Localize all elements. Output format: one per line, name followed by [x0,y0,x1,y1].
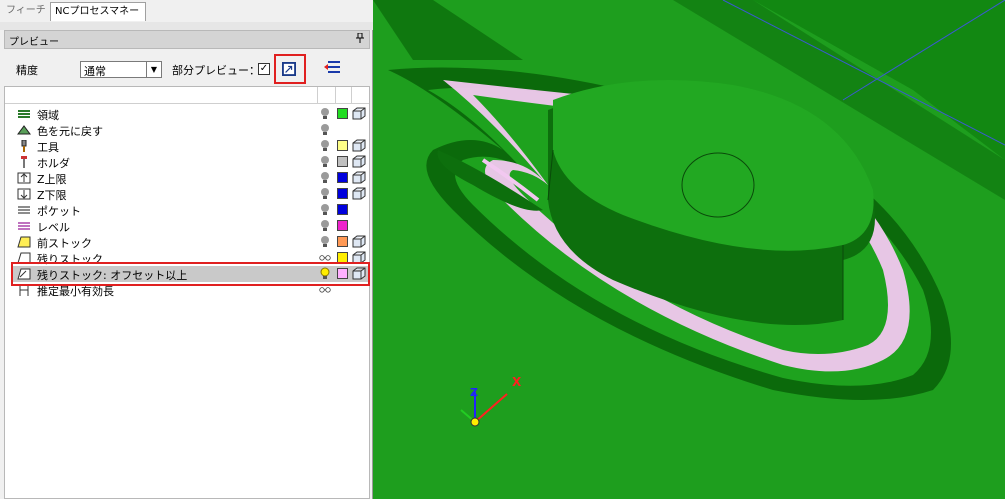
tab-feature[interactable]: フィーチャ [2,2,50,34]
list-item-label: 前ストック [37,237,92,250]
panel-tabbar: フィーチャ NCプロセスマネージャ [0,0,373,35]
axis-z-label: Z [470,386,478,399]
holder-icon [21,156,27,168]
precision-select[interactable]: 通常 ▼ [80,61,162,78]
partial-preview-checkbox[interactable]: ✓ [258,63,270,75]
list-item-label: Z下限 [37,189,67,202]
list-item-z-upper[interactable]: Z上限 [13,170,368,186]
precision-label: 精度 [16,64,38,77]
list-item-restore-color[interactable]: 色を元に戻す [13,122,368,138]
restore-color-icon [17,125,31,135]
chevron-down-icon[interactable]: ▼ [146,62,161,77]
axis-triad: X Z [455,372,525,432]
list-item-label: Z上限 [37,173,67,186]
lightbulb-off-icon[interactable] [319,107,331,120]
tab-nc-process-manager[interactable]: NCプロセスマネージャ [50,2,146,35]
prev-stock-icon [17,236,31,248]
color-swatch[interactable] [337,140,348,151]
preview-panel: フィーチャ NCプロセスマネージャ プレビュー 精度 通常 ▼ 部分プレビュー：… [0,0,373,499]
z-lower-icon [17,188,31,200]
z-upper-icon [17,172,31,184]
preview-window-button[interactable] [274,54,306,84]
partial-preview-label: 部分プレビュー： [172,64,260,77]
lightbulb-off-icon[interactable] [319,139,331,152]
list-item-holder[interactable]: ホルダ [13,154,368,170]
lightbulb-off-icon[interactable] [319,155,331,168]
list-item-z-lower[interactable]: Z下限 [13,186,368,202]
list-settings-icon[interactable] [322,58,342,78]
color-swatch[interactable] [337,220,348,231]
precision-select-value: 通常 [84,65,106,78]
lightbulb-off-icon[interactable] [319,203,331,216]
region-icon [18,110,30,118]
color-swatch[interactable] [337,172,348,183]
cube-icon[interactable] [352,171,366,184]
color-swatch[interactable] [337,108,348,119]
list-header [5,87,369,104]
list-item-label: ホルダ [37,157,70,170]
3d-viewport[interactable]: X Z [373,0,1005,499]
lightbulb-off-icon[interactable] [319,235,331,248]
list-item-tool[interactable]: 工具 [13,138,368,154]
tab-gap [0,22,373,30]
list-item-label: 工具 [37,141,59,154]
preview-items-list: 領域 色を元に戻す 工具 ホルダ Z上限 Z下限 ポケット レベル 前ストック … [4,86,370,499]
color-swatch[interactable] [337,204,348,215]
list-item-region[interactable]: 領域 [13,106,368,122]
tool-icon [21,140,27,152]
preview-window-icon [282,62,296,76]
list-item-label: レベル [37,221,70,234]
highlight-outline [11,262,370,286]
color-swatch[interactable] [337,156,348,167]
color-swatch[interactable] [337,188,348,199]
list-item-prev-stock[interactable]: 前ストック [13,234,368,250]
lightbulb-off-icon[interactable] [319,171,331,184]
list-item-pocket[interactable]: ポケット [13,202,368,218]
axis-x-label: X [512,375,522,389]
lightbulb-off-icon[interactable] [319,187,331,200]
color-swatch[interactable] [337,236,348,247]
preview-toolbar: 精度 通常 ▼ 部分プレビュー： ✓ [4,52,370,86]
cube-icon[interactable] [352,187,366,200]
panel-title: プレビュー [9,37,59,48]
panel-header: プレビュー [4,30,370,49]
lightbulb-off-icon[interactable] [319,123,331,136]
pin-icon[interactable] [356,32,364,46]
lightbulb-off-icon[interactable] [319,219,331,232]
list-item-label: 領域 [37,109,59,122]
cube-icon[interactable] [352,155,366,168]
cube-icon[interactable] [352,107,366,120]
pocket-icon [18,206,30,214]
cube-icon[interactable] [352,235,366,248]
list-item-level[interactable]: レベル [13,218,368,234]
list-item-label: ポケット [37,205,81,218]
list-item-label: 色を元に戻す [37,125,103,138]
level-icon [18,222,30,230]
cube-icon[interactable] [352,139,366,152]
